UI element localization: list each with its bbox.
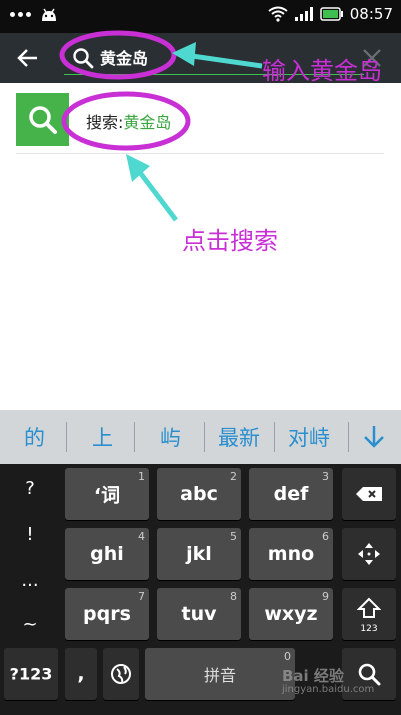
key-number: 7 <box>138 590 145 603</box>
key-label: ?123 <box>9 664 53 684</box>
key-label: mno <box>267 543 315 565</box>
baidu-watermark: Bai 经验 jingyan.baidu.com <box>282 665 374 695</box>
candidate-5[interactable]: 对峙 <box>288 422 330 452</box>
symbol-key-exclaim[interactable]: ! <box>4 524 56 545</box>
key-2[interactable]: abc 2 <box>157 468 241 520</box>
symbol-mode-key[interactable]: ?123 <box>4 648 58 700</box>
key-number: 8 <box>230 590 237 603</box>
space-label: 拼音 <box>203 666 236 685</box>
key-8[interactable]: tuv 8 <box>157 588 241 640</box>
key-label: tuv <box>181 603 217 625</box>
symbol-key-question[interactable]: ? <box>4 478 56 499</box>
candidate-divider <box>66 422 67 452</box>
key-label: abc <box>180 483 218 505</box>
screen: 08:57 黄金岛 搜索:黄金岛 输入黄金岛 点击搜索 的 上 屿 最新 对峙 … <box>0 0 401 715</box>
shift-sub-label: 123 <box>360 624 378 634</box>
key-number: 6 <box>322 530 329 543</box>
key-6[interactable]: mno 6 <box>249 528 333 580</box>
backspace-icon <box>356 487 382 501</box>
expand-candidates-icon[interactable] <box>362 424 386 450</box>
key-number: 4 <box>138 530 145 543</box>
key-number: 5 <box>230 530 237 543</box>
cursor-move-key[interactable] <box>342 528 396 580</box>
key-number: 3 <box>322 470 329 483</box>
symbol-key-ellipsis[interactable]: ... <box>4 570 56 591</box>
candidate-1[interactable]: 的 <box>24 422 45 452</box>
candidate-divider <box>348 422 349 452</box>
watermark-brand: Bai 经验 <box>282 667 344 685</box>
candidate-divider <box>274 422 275 452</box>
candidate-divider <box>134 422 135 452</box>
candidate-3[interactable]: 屿 <box>160 422 181 452</box>
cursor-arrows-icon <box>358 543 380 565</box>
watermark-url: jingyan.baidu.com <box>282 684 375 695</box>
annotation-click-note: 点击搜索 <box>182 227 278 255</box>
symbol-key-tilde[interactable]: ~ <box>4 614 56 635</box>
key-9[interactable]: wxyz 9 <box>249 588 333 640</box>
key-label: wxyz <box>264 603 318 625</box>
key-number: 1 <box>138 470 145 483</box>
globe-icon <box>111 664 131 684</box>
backspace-key[interactable] <box>342 468 396 520</box>
language-switch-key[interactable] <box>103 648 139 700</box>
key-7[interactable]: pqrs 7 <box>65 588 149 640</box>
annotation-input-note: 输入黄金岛 <box>262 57 382 85</box>
space-key[interactable]: 拼音 0 <box>145 648 295 700</box>
key-label: pqrs <box>83 603 131 625</box>
key-4[interactable]: ghi 4 <box>65 528 149 580</box>
shift-key[interactable]: 123 <box>342 588 396 640</box>
ime-candidate-bar: 的 上 屿 最新 对峙 <box>0 410 401 464</box>
candidate-4[interactable]: 最新 <box>218 422 260 452</box>
key-label: jkl <box>186 543 212 565</box>
key-number: 9 <box>322 590 329 603</box>
shift-arrow-icon <box>357 597 381 618</box>
key-label: def <box>273 483 309 505</box>
key-3[interactable]: def 3 <box>249 468 333 520</box>
key-1[interactable]: ‘词 1 <box>65 468 149 520</box>
key-number: 2 <box>230 470 237 483</box>
key-5[interactable]: jkl 5 <box>157 528 241 580</box>
key-number: 0 <box>284 650 291 663</box>
candidate-2[interactable]: 上 <box>92 422 113 452</box>
key-label: ghi <box>90 543 124 565</box>
candidate-divider <box>204 422 205 452</box>
key-label: ‘词 <box>93 484 121 507</box>
comma-key[interactable]: , <box>65 648 97 700</box>
key-label: , <box>77 663 85 685</box>
